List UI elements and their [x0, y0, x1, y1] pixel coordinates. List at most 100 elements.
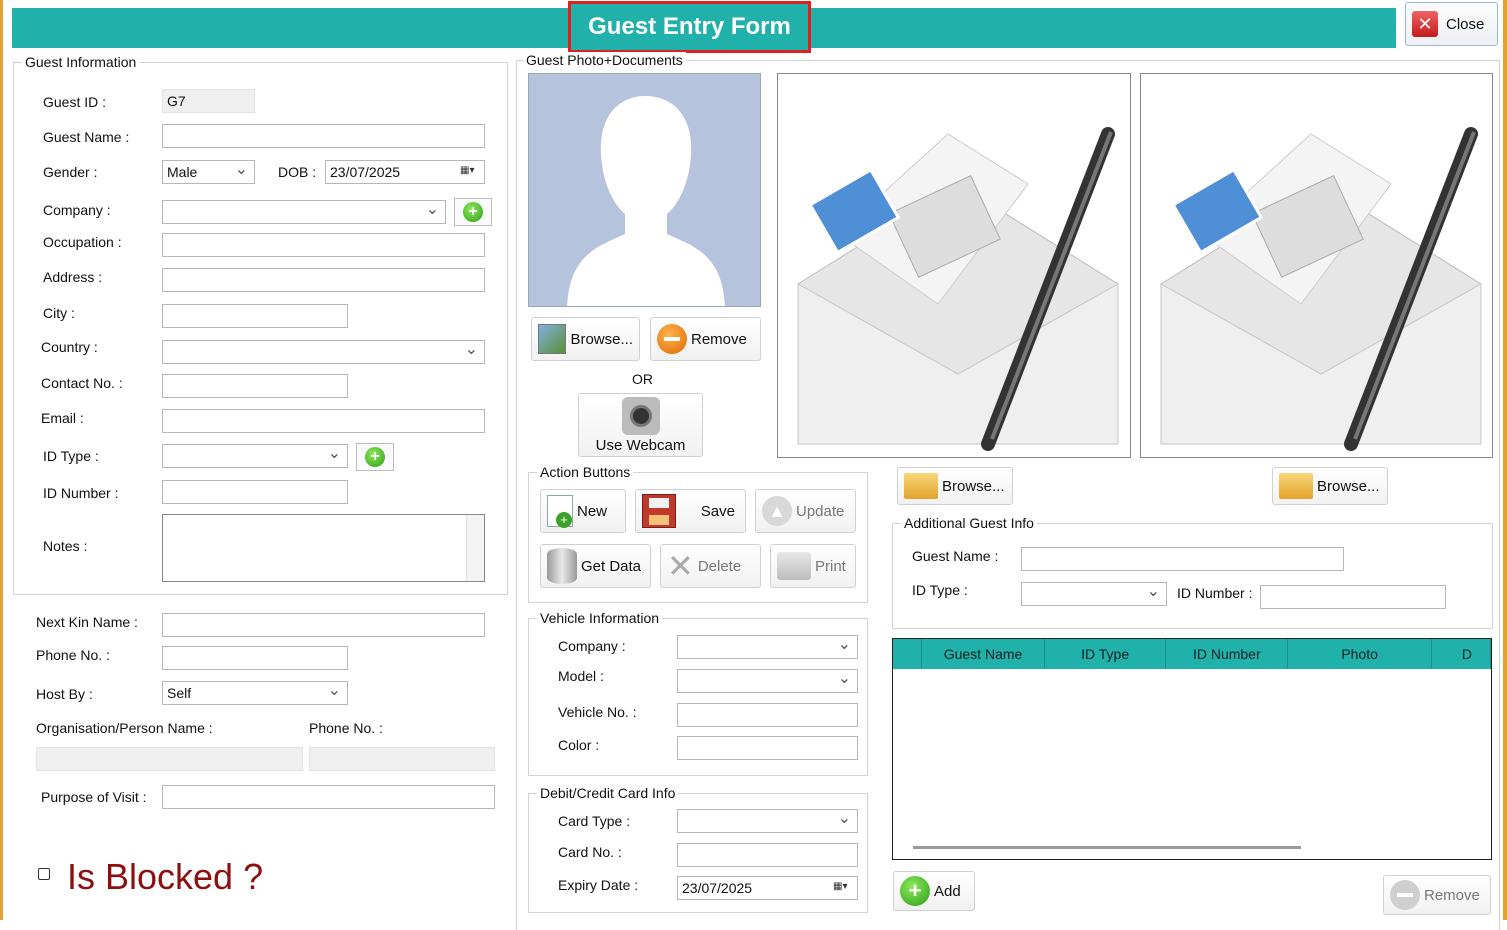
gender-select[interactable]: Male: [162, 159, 255, 184]
get-data-label: Get Data: [581, 557, 642, 575]
is-blocked-label: Is Blocked ?: [67, 856, 264, 897]
remove-guest-button[interactable]: Remove: [1383, 875, 1491, 915]
card-type-select[interactable]: [677, 808, 858, 833]
print-button[interactable]: Print: [770, 544, 856, 588]
guest-name-input[interactable]: [162, 124, 485, 148]
kin-phone-label: Phone No. :: [36, 647, 110, 663]
document1-browse-label: Browse...: [942, 477, 1005, 495]
grid-col-id-type[interactable]: ID Type: [1045, 639, 1167, 669]
vehicle-company-label: Company :: [558, 638, 626, 654]
add-id-type-button[interactable]: +: [356, 443, 394, 471]
document2-browse-button[interactable]: Browse...: [1272, 467, 1388, 505]
grid-col-d[interactable]: D: [1432, 639, 1491, 669]
grid-col-photo[interactable]: Photo: [1288, 639, 1433, 669]
grid-col-id-number[interactable]: ID Number: [1166, 639, 1289, 669]
add-guest-label: Add: [934, 882, 961, 900]
country-select[interactable]: [162, 339, 485, 364]
photo-remove-button[interactable]: Remove: [650, 317, 761, 361]
contact-no-input[interactable]: [162, 374, 348, 398]
calendar-dropdown-icon[interactable]: ▦▾: [460, 165, 480, 179]
id-type-label: ID Type :: [43, 448, 99, 464]
add-company-button[interactable]: +: [454, 198, 492, 226]
company-select[interactable]: [162, 199, 446, 224]
id-type-select[interactable]: [162, 443, 348, 468]
photo-documents-title: Guest Photo+Documents: [523, 52, 686, 68]
notes-textarea[interactable]: [162, 514, 485, 582]
id-number-label: ID Number :: [43, 485, 119, 501]
address-label: Address :: [43, 269, 103, 285]
expiry-date-value: 23/07/2025: [682, 880, 753, 896]
additional-guest-name-input[interactable]: [1021, 547, 1344, 571]
kin-phone-input[interactable]: [162, 646, 348, 670]
org-person-input: [36, 747, 303, 771]
expiry-date-label: Expiry Date :: [558, 877, 639, 893]
city-input[interactable]: [162, 304, 348, 328]
country-label: Country :: [41, 339, 98, 355]
get-data-button[interactable]: Get Data: [540, 544, 651, 588]
vehicle-information-title: Vehicle Information: [537, 610, 663, 626]
gender-label: Gender :: [43, 164, 98, 180]
occupation-input[interactable]: [162, 233, 485, 257]
delete-button[interactable]: ✕ Delete: [660, 544, 761, 588]
silhouette-icon: [567, 96, 725, 306]
guest-photo-placeholder: [528, 73, 761, 307]
save-button[interactable]: Save: [635, 489, 746, 533]
new-button-label: New: [577, 502, 608, 520]
additional-id-type-label: ID Type :: [912, 582, 968, 598]
address-input[interactable]: [162, 268, 485, 292]
host-by-select[interactable]: Self: [162, 680, 348, 705]
database-icon: [547, 548, 577, 584]
vehicle-color-input[interactable]: [677, 736, 858, 760]
purpose-input[interactable]: [162, 785, 495, 809]
email-label: Email :: [41, 410, 84, 426]
is-blocked-checkbox[interactable]: [38, 868, 50, 880]
delete-x-icon: ✕: [667, 548, 694, 584]
grid-horizontal-scrollbar[interactable]: [913, 846, 1301, 849]
window-frame-right: [1503, 0, 1507, 920]
vehicle-company-select[interactable]: [677, 634, 858, 659]
dob-value: 23/07/2025: [330, 164, 401, 180]
window-frame-left: [0, 0, 3, 920]
additional-id-type-select[interactable]: [1021, 581, 1167, 606]
card-no-input[interactable]: [677, 843, 858, 867]
plus-icon: +: [365, 447, 385, 467]
notes-scrollbar[interactable]: [466, 515, 484, 581]
new-button[interactable]: + New: [540, 489, 626, 533]
document-panel-2: [1140, 73, 1493, 458]
calendar-dropdown-icon[interactable]: ▦▾: [833, 881, 853, 895]
use-webcam-label: Use Webcam: [595, 436, 686, 454]
grid-row-header: [893, 639, 923, 669]
org-person-label: Organisation/Person Name :: [36, 720, 213, 736]
additional-id-number-label: ID Number :: [1177, 585, 1253, 601]
additional-guest-name-label: Guest Name :: [912, 548, 999, 564]
grid-col-guest-name[interactable]: Guest Name: [922, 639, 1045, 669]
use-webcam-button[interactable]: Use Webcam: [578, 393, 703, 457]
dob-date-picker[interactable]: 23/07/2025 ▦▾: [325, 160, 485, 184]
document1-browse-button[interactable]: Browse...: [897, 467, 1013, 505]
vehicle-no-label: Vehicle No. :: [558, 704, 637, 720]
next-kin-input[interactable]: [162, 613, 485, 637]
photo-browse-label: Browse...: [570, 330, 633, 348]
purpose-label: Purpose of Visit :: [41, 789, 147, 805]
next-kin-label: Next Kin Name :: [36, 614, 138, 630]
contact-no-label: Contact No. :: [41, 375, 123, 391]
additional-id-number-input[interactable]: [1260, 585, 1446, 609]
plus-circle-icon: +: [900, 876, 930, 906]
vehicle-model-select[interactable]: [677, 668, 858, 693]
additional-guest-grid[interactable]: Guest Name ID Type ID Number Photo D: [892, 638, 1492, 860]
company-label: Company :: [43, 202, 111, 218]
document-envelope-icon: [1160, 127, 1482, 451]
photo-browse-button[interactable]: Browse...: [531, 317, 640, 361]
expiry-date-picker[interactable]: 23/07/2025 ▦▾: [677, 876, 858, 900]
vehicle-no-input[interactable]: [677, 703, 858, 727]
or-label: OR: [632, 371, 653, 387]
image-browse-icon: [538, 324, 567, 354]
id-number-input[interactable]: [162, 480, 348, 504]
update-button[interactable]: ▲ Update: [755, 489, 856, 533]
photo-remove-label: Remove: [691, 330, 747, 348]
email-input[interactable]: [162, 409, 485, 433]
floppy-disk-icon: [642, 494, 676, 528]
add-guest-button[interactable]: + Add: [893, 871, 975, 911]
org-phone-label: Phone No. :: [309, 720, 383, 736]
close-button[interactable]: ✕ Close: [1405, 2, 1498, 46]
